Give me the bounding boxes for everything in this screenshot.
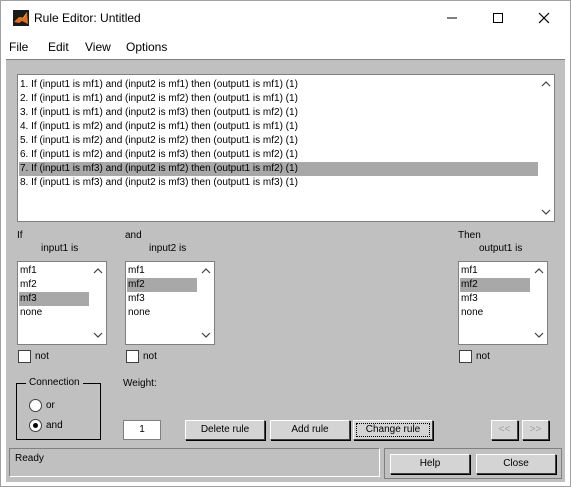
list-item-selected[interactable]: mf2 bbox=[127, 278, 197, 292]
output1-not-label: not bbox=[476, 351, 490, 362]
list-item-selected[interactable]: mf3 bbox=[19, 292, 89, 306]
rules-list[interactable]: 1. If (input1 is mf1) and (input2 is mf1… bbox=[17, 74, 555, 222]
minimize-icon bbox=[447, 17, 457, 19]
scroll-up-icon[interactable] bbox=[541, 79, 551, 89]
scroll-down-icon[interactable] bbox=[93, 330, 103, 340]
change-rule-button[interactable]: Change rule bbox=[353, 420, 433, 440]
output1-label: output1 is bbox=[479, 243, 523, 254]
matlab-logo-icon bbox=[13, 10, 29, 26]
scroll-up-icon[interactable] bbox=[93, 266, 103, 276]
input2-label: input2 is bbox=[149, 243, 187, 254]
rule-row[interactable]: 1. If (input1 is mf1) and (input2 is mf1… bbox=[19, 78, 538, 92]
output1-listbox[interactable]: mf1 mf2 mf3 none bbox=[458, 261, 548, 345]
menu-view[interactable]: View bbox=[85, 40, 111, 54]
status-text: Ready bbox=[15, 453, 44, 464]
list-item[interactable]: none bbox=[19, 306, 89, 320]
minimize-button[interactable] bbox=[429, 1, 475, 35]
rule-row[interactable]: 8. If (input1 is mf3) and (input2 is mf3… bbox=[19, 176, 538, 190]
weight-input[interactable]: 1 bbox=[123, 420, 161, 440]
list-item[interactable]: mf1 bbox=[127, 264, 197, 278]
rule-row[interactable]: 5. If (input1 is mf2) and (input2 is mf2… bbox=[19, 134, 538, 148]
rule-row[interactable]: 3. If (input1 is mf1) and (input2 is mf3… bbox=[19, 106, 538, 120]
input1-label: input1 is bbox=[41, 243, 79, 254]
menu-edit[interactable]: Edit bbox=[48, 40, 69, 54]
rules-scrollbar[interactable] bbox=[538, 75, 554, 221]
and-radio-label: and bbox=[46, 420, 63, 431]
connection-group bbox=[16, 383, 101, 440]
rule-row[interactable]: 4. If (input1 is mf2) and (input2 is mf1… bbox=[19, 120, 538, 134]
scroll-up-icon[interactable] bbox=[201, 266, 211, 276]
menu-bar: File Edit View Options bbox=[1, 35, 570, 57]
prev-rule-button[interactable]: << bbox=[491, 420, 518, 440]
list-item[interactable]: mf2 bbox=[19, 278, 89, 292]
close-window-button[interactable] bbox=[521, 1, 567, 35]
input1-not-label: not bbox=[35, 351, 49, 362]
menu-file[interactable]: File bbox=[9, 40, 28, 54]
output1-scrollbar[interactable] bbox=[531, 262, 547, 344]
if-label: If bbox=[17, 230, 23, 241]
weight-label: Weight: bbox=[123, 378, 157, 389]
rule-row-selected[interactable]: 7. If (input1 is mf3) and (input2 is mf2… bbox=[19, 162, 538, 176]
scroll-down-icon[interactable] bbox=[541, 207, 551, 217]
rule-editor-window: Rule Editor: Untitled File Edit View Opt… bbox=[0, 0, 571, 487]
window-title: Rule Editor: Untitled bbox=[34, 11, 141, 25]
list-item[interactable]: mf1 bbox=[19, 264, 89, 278]
editor-panel: 1. If (input1 is mf1) and (input2 is mf1… bbox=[6, 59, 565, 482]
list-item[interactable]: none bbox=[460, 306, 530, 320]
close-icon bbox=[538, 12, 550, 24]
list-item[interactable]: mf3 bbox=[460, 292, 530, 306]
scroll-up-icon[interactable] bbox=[534, 266, 544, 276]
next-rule-button[interactable]: >> bbox=[522, 420, 549, 440]
input2-scrollbar[interactable] bbox=[198, 262, 214, 344]
status-bar: Ready bbox=[9, 448, 380, 477]
or-radio[interactable] bbox=[29, 399, 42, 412]
radio-selected-dot bbox=[33, 423, 38, 428]
or-label: or bbox=[46, 400, 55, 411]
add-rule-button[interactable]: Add rule bbox=[270, 420, 350, 440]
input1-scrollbar[interactable] bbox=[90, 262, 106, 344]
title-bar: Rule Editor: Untitled bbox=[1, 1, 570, 35]
rule-row[interactable]: 2. If (input1 is mf1) and (input2 is mf2… bbox=[19, 92, 538, 106]
input1-not-checkbox[interactable] bbox=[18, 350, 31, 363]
delete-rule-button[interactable]: Delete rule bbox=[185, 420, 265, 440]
input2-not-label: not bbox=[143, 351, 157, 362]
connection-title: Connection bbox=[26, 377, 83, 388]
list-item[interactable]: mf3 bbox=[127, 292, 197, 306]
and-radio[interactable] bbox=[29, 419, 42, 432]
input2-not-checkbox[interactable] bbox=[126, 350, 139, 363]
maximize-icon bbox=[493, 13, 503, 23]
rule-row[interactable]: 6. If (input1 is mf2) and (input2 is mf3… bbox=[19, 148, 538, 162]
then-label: Then bbox=[458, 230, 481, 241]
help-button[interactable]: Help bbox=[390, 454, 470, 474]
list-item[interactable]: none bbox=[127, 306, 197, 320]
list-item[interactable]: mf1 bbox=[460, 264, 530, 278]
maximize-button[interactable] bbox=[475, 1, 521, 35]
output1-not-checkbox[interactable] bbox=[459, 350, 472, 363]
menu-options[interactable]: Options bbox=[126, 40, 167, 54]
close-button[interactable]: Close bbox=[476, 454, 556, 474]
and-label: and bbox=[125, 230, 142, 241]
input1-listbox[interactable]: mf1 mf2 mf3 none bbox=[17, 261, 107, 345]
scroll-down-icon[interactable] bbox=[534, 330, 544, 340]
scroll-down-icon[interactable] bbox=[201, 330, 211, 340]
input2-listbox[interactable]: mf1 mf2 mf3 none bbox=[125, 261, 215, 345]
list-item-selected[interactable]: mf2 bbox=[460, 278, 530, 292]
